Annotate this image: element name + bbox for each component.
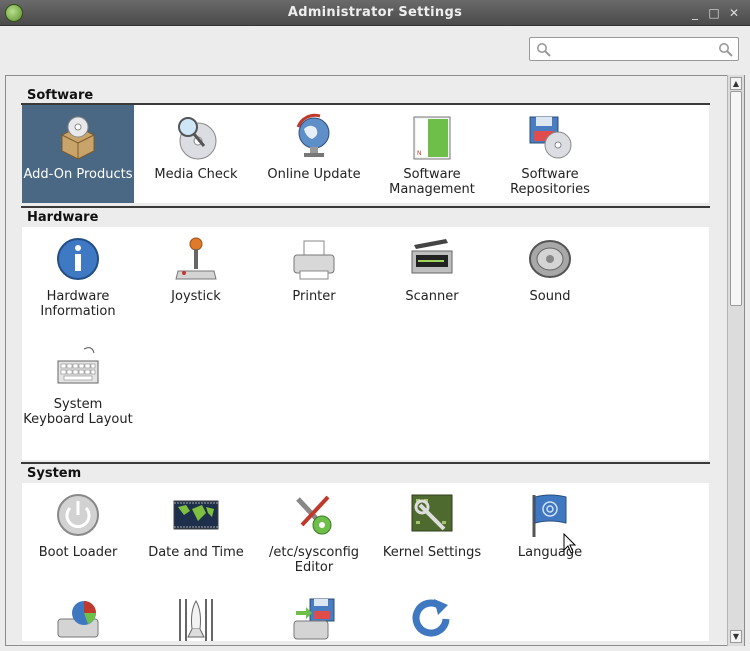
item-label: Software Management <box>389 167 475 197</box>
boot-loader-icon <box>57 494 99 536</box>
minimize-button[interactable]: _ <box>687 5 703 21</box>
item-joystick[interactable]: Joystick <box>140 227 252 331</box>
scanner-icon <box>411 239 453 274</box>
section-body-software: Add-On Products Media Check Online Updat… <box>22 105 709 203</box>
item-date-and-time[interactable]: Date and Time <box>140 483 252 583</box>
item-label: Add-On Products <box>23 167 133 182</box>
software-repositories-icon <box>529 116 572 159</box>
software-management-icon: N <box>413 116 451 160</box>
scroll-down-button[interactable]: ▼ <box>730 630 742 643</box>
services-icon <box>179 599 213 641</box>
printer-icon <box>293 240 335 280</box>
item-restore[interactable] <box>376 587 488 641</box>
item-language[interactable]: Language <box>494 483 606 583</box>
item-label: Sound <box>529 289 571 304</box>
item-label: Language <box>517 545 583 560</box>
item-services[interactable] <box>140 587 252 641</box>
item-label: Printer <box>292 289 336 304</box>
item-software-management[interactable]: N Software Management <box>376 105 488 203</box>
sysconfig-editor-icon <box>296 495 332 535</box>
item-boot-loader[interactable]: Boot Loader <box>22 483 134 583</box>
scrollbar-thumb[interactable] <box>730 91 742 306</box>
add-on-products-icon <box>61 116 95 160</box>
maximize-button[interactable]: □ <box>706 5 722 21</box>
item-label: Kernel Settings <box>382 545 482 560</box>
section-title-system: System <box>27 466 82 481</box>
mouse-cursor-icon <box>563 533 577 554</box>
vertical-scrollbar[interactable]: ▲ ▼ <box>727 75 744 646</box>
online-update-icon <box>296 113 330 157</box>
hardware-information-icon <box>57 238 99 280</box>
svg-text:N: N <box>417 150 422 157</box>
search-input[interactable] <box>529 37 739 61</box>
item-hardware-information[interactable]: Hardware Information <box>22 227 134 331</box>
item-label: Joystick <box>171 289 221 304</box>
partitioner-icon <box>57 601 99 638</box>
item-partitioner[interactable] <box>22 587 134 641</box>
media-check-icon <box>178 117 217 160</box>
item-label: System Keyboard Layout <box>23 397 133 427</box>
item-label: Scanner <box>405 289 459 304</box>
item-label: Boot Loader <box>38 545 118 560</box>
item-label: Software Repositories <box>510 167 590 197</box>
kernel-settings-icon <box>411 494 453 532</box>
language-icon <box>532 494 567 537</box>
close-button[interactable]: ✕ <box>726 5 742 21</box>
item-online-update[interactable]: Online Update <box>258 105 370 203</box>
section-title-software: Software <box>27 88 94 103</box>
toolbar <box>0 26 750 73</box>
item-label: /etc/sysconfig Editor <box>268 545 360 575</box>
item-sysconfig-editor[interactable]: /etc/sysconfig Editor <box>258 483 370 583</box>
joystick-icon <box>175 237 217 280</box>
item-kernel-settings[interactable]: Kernel Settings <box>376 483 488 583</box>
title-bar: Administrator Settings _ □ ✕ <box>0 0 750 26</box>
item-label: Hardware Information <box>40 289 116 319</box>
restore-icon <box>412 599 450 637</box>
section-body-system: Boot Loader Date and Time /etc/sysconfig… <box>22 483 709 641</box>
clear-search-icon[interactable] <box>718 42 734 58</box>
section-divider <box>21 462 710 464</box>
window-title: Administrator Settings <box>287 5 463 20</box>
date-time-icon <box>173 500 219 530</box>
item-label: Date and Time <box>148 545 244 560</box>
item-sound[interactable]: Sound <box>494 227 606 331</box>
section-body-hardware: Hardware Information Joystick Printer Sc… <box>22 227 709 460</box>
item-media-check[interactable]: Media Check <box>140 105 252 203</box>
section-title-hardware: Hardware <box>27 210 99 225</box>
item-system-backup[interactable] <box>258 587 370 641</box>
item-label: Online Update <box>267 167 361 182</box>
system-backup-icon <box>293 598 335 640</box>
item-scanner[interactable]: Scanner <box>376 227 488 331</box>
keyboard-icon <box>57 347 99 384</box>
item-software-repositories[interactable]: Software Repositories <box>494 105 606 203</box>
sound-icon <box>529 240 571 278</box>
item-system-keyboard-layout[interactable]: System Keyboard Layout <box>22 335 134 453</box>
item-printer[interactable]: Printer <box>258 227 370 331</box>
item-label: Media Check <box>154 167 238 182</box>
section-divider <box>21 206 710 208</box>
scroll-up-button[interactable]: ▲ <box>730 77 742 90</box>
item-add-on-products[interactable]: Add-On Products <box>22 105 134 203</box>
search-icon <box>537 43 551 57</box>
